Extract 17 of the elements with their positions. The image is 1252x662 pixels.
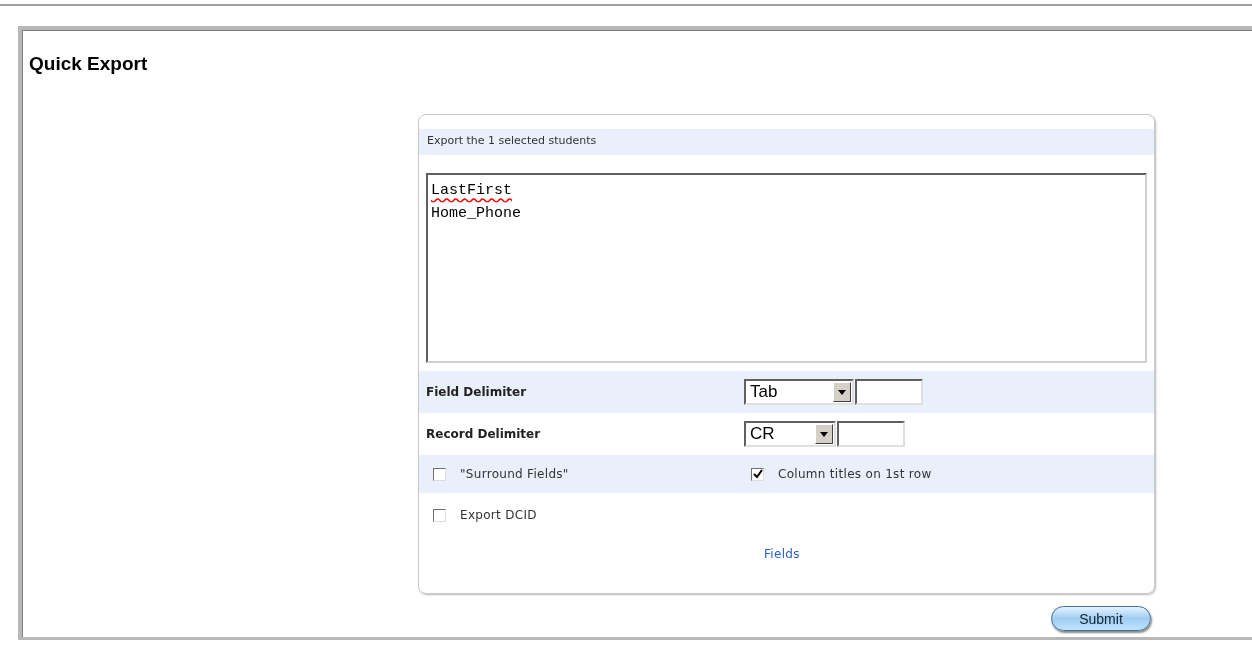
fields-link[interactable]: Fields — [764, 547, 800, 561]
delimiter-label: Field Delimiter — [426, 385, 528, 399]
checkbox-label: "Surround Fields" — [460, 467, 569, 481]
checkbox[interactable] — [433, 508, 446, 522]
custom-delimiter-field[interactable] — [837, 421, 905, 447]
fields-text-area[interactable]: LastFirst Home_Phone — [426, 173, 1147, 363]
checkbox-label: Export DCID — [460, 508, 537, 522]
delimiter-dropdown[interactable]: CR — [744, 421, 836, 447]
page-title: Quick Export — [28, 52, 149, 75]
checkbox[interactable] — [433, 467, 446, 481]
checkbox-label: Column titles on 1st row — [778, 467, 932, 481]
custom-delimiter-field[interactable] — [855, 379, 923, 405]
panel-heading: Export the 1 selected students — [419, 129, 1154, 155]
delimiter-dropdown[interactable]: Tab — [744, 379, 854, 405]
delimiter-label: Record Delimiter — [426, 427, 542, 441]
submit-button[interactable]: Submit — [1051, 606, 1151, 631]
checkbox[interactable] — [751, 467, 764, 481]
